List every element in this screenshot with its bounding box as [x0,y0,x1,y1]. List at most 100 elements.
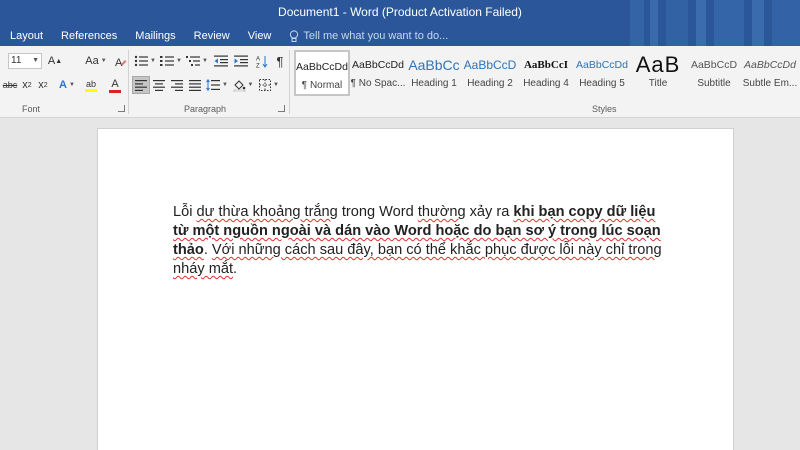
sort-icon: A Z [256,55,268,68]
change-case-button[interactable]: Aa ▼ [84,52,108,70]
style-heading-1[interactable]: AaBbCc Heading 1 [406,50,462,96]
font-size-increase-icon[interactable]: A ▲ [48,52,62,70]
tab-view[interactable]: View [248,30,272,42]
style-name: Subtitle [697,78,731,89]
numbering-button[interactable]: ▼ [160,52,182,70]
text-run: . [233,261,238,277]
font-group-label: Font [22,104,41,114]
justify-button[interactable] [186,76,204,94]
style-name: ¶ No Spac... [350,78,406,89]
pilcrow-icon: ¶ [276,53,284,69]
tell-me-placeholder: Tell me what you want to do... [303,30,449,42]
style-preview: AaBbCcDd [296,61,348,73]
font-color-label: A [111,77,119,90]
style-name: Heading 4 [523,78,569,89]
increase-indent-button[interactable] [232,52,250,70]
justify-icon [189,79,201,91]
show-formatting-marks-button[interactable]: ¶ [272,52,288,70]
tell-me-search[interactable]: Tell me what you want to do... [289,29,449,43]
font-color-swatch [109,89,121,93]
style-subtle-emphasis[interactable]: AaBbCcDd Subtle Em... [742,50,798,96]
style-preview: AaBbCcI [523,59,568,71]
paragraph-dialog-launcher-icon[interactable] [278,105,285,112]
svg-text:A: A [115,57,123,68]
ribbon-tabs: Layout References Mailings Review View T… [0,26,448,46]
highlight-color-button[interactable]: ab [80,76,102,94]
tab-references[interactable]: References [61,30,117,42]
strikethrough-label: abc [2,80,18,90]
text-run: trong Word [337,204,418,220]
text-run-bold: hoặc [435,223,470,239]
strikethrough-button[interactable]: abc [2,76,18,94]
text-run-spelling: Với những cách sau đây, bạn có thể khắc … [173,242,662,277]
text-run: . [203,242,212,258]
subscript-button[interactable]: x2 [20,76,34,94]
change-case-label: Aa [85,55,99,67]
text-effects-button[interactable]: A ▼ [56,76,78,94]
tab-layout[interactable]: Layout [10,30,43,42]
styles-group-label: Styles [592,104,617,114]
paragraph-group-label: Paragraph [184,104,227,114]
style-preview: AaBbCcDd [744,59,796,71]
document-paragraph[interactable]: Lỗi dư thừa khoảng trắng trong Word thườ… [173,203,673,279]
superscript-button[interactable]: x2 [36,76,50,94]
style-preview: AaBbCcD [690,59,738,71]
align-left-button[interactable] [132,76,150,94]
style-normal[interactable]: AaBbCcDd ¶ Normal [294,50,350,96]
font-color-button[interactable]: A [104,76,126,94]
numbering-icon [160,56,175,66]
align-right-button[interactable] [168,76,186,94]
style-preview: AaBbCc [408,57,460,73]
style-name: Heading 2 [467,78,513,89]
paint-bucket-icon [233,79,245,92]
line-spacing-icon [206,79,221,91]
sort-button[interactable]: A Z [254,52,270,70]
highlight-swatch [85,88,97,92]
text-run-spelling: thường [417,204,466,220]
window-title: Document1 - Word (Product Activation Fai… [278,5,522,19]
style-preview: AaBbCcD [463,58,517,72]
style-preview: AaBbCcDd [352,59,404,71]
bullets-button[interactable]: ▼ [134,52,156,70]
style-preview: AaBbCcDd [576,59,628,71]
font-dialog-launcher-icon[interactable] [118,105,125,112]
clear-formatting-button[interactable]: A [112,52,128,70]
decrease-indent-button[interactable] [212,52,230,70]
font-size-select[interactable]: 11 ▼ [8,53,42,69]
multilevel-list-icon [186,56,201,66]
style-preview: AaB [635,52,681,77]
svg-text:A: A [256,56,260,62]
document-area[interactable]: Lỗi dư thừa khoảng trắng trong Word thườ… [0,118,800,450]
text-run: Lỗi [173,204,197,220]
borders-icon [259,79,272,91]
document-page[interactable]: Lỗi dư thừa khoảng trắng trong Word thườ… [97,128,734,450]
align-center-button[interactable] [150,76,168,94]
title-bar: Document1 - Word (Product Activation Fai… [0,0,800,46]
decrease-indent-icon [214,55,228,67]
lightbulb-icon [290,29,299,42]
line-spacing-button[interactable]: ▼ [206,76,228,94]
style-title[interactable]: AaB Title [630,50,686,96]
style-heading-4[interactable]: AaBbCcI Heading 4 [518,50,574,96]
shading-button[interactable]: ▼ [232,76,254,94]
bullets-icon [134,55,149,67]
text-effects-label: A [59,79,67,91]
text-run-spelling: dư thừa khoảng trắng [196,204,338,220]
style-name: Subtle Em... [742,78,798,89]
style-no-spacing[interactable]: AaBbCcDd ¶ No Spac... [350,50,406,96]
borders-button[interactable]: ▼ [258,76,280,94]
increase-indent-icon [234,55,248,67]
tab-mailings[interactable]: Mailings [135,30,175,42]
style-heading-2[interactable]: AaBbCcD Heading 2 [462,50,518,96]
ribbon: 11 ▼ A▲ Aa▼ A abc x2 x2 A▼ ab A Font [0,46,800,118]
align-right-icon [171,79,183,91]
style-heading-5[interactable]: AaBbCcDd Heading 5 [574,50,630,96]
styles-gallery: AaBbCcDd ¶ Normal AaBbCcDd ¶ No Spac... … [292,50,800,100]
eraser-icon: A [115,57,126,68]
svg-text:Z: Z [256,63,260,68]
multilevel-list-button[interactable]: ▼ [186,52,208,70]
text-run: xảy ra [465,204,514,220]
tab-review[interactable]: Review [194,30,230,42]
superscript-mark: 2 [43,81,48,89]
style-subtitle[interactable]: AaBbCcD Subtitle [686,50,742,96]
